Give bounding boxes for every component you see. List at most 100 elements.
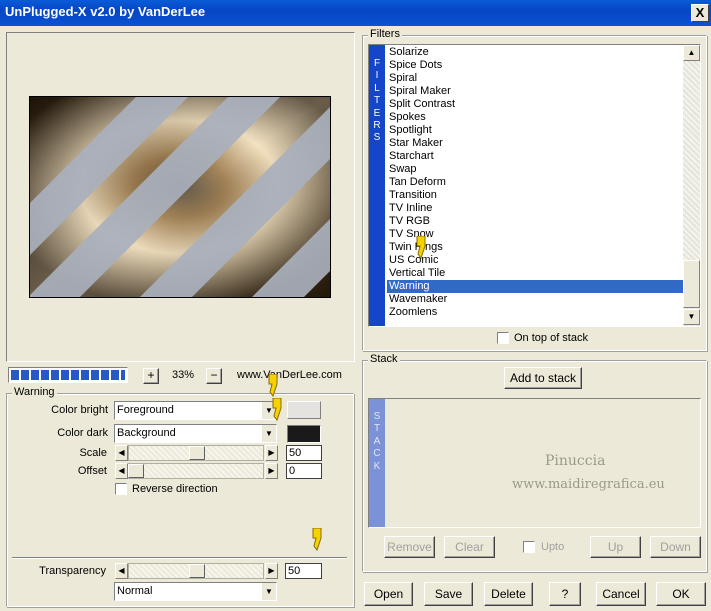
open-button[interactable]: Open [364, 582, 413, 606]
website-link[interactable]: www.VanDerLee.com [237, 369, 342, 381]
scroll-up-arrow-icon[interactable]: ▲ [683, 45, 700, 61]
color-bright-label: Color bright [51, 404, 108, 416]
reverse-direction-label: Reverse direction [132, 483, 218, 495]
stack-side-bar: STACK [369, 399, 385, 527]
up-button[interactable]: Up [590, 536, 641, 558]
close-button[interactable]: X [691, 4, 709, 22]
color-bright-swatch[interactable] [287, 401, 321, 419]
settings-group-title: Warning [12, 386, 57, 398]
filter-list-item[interactable]: Starchart [387, 150, 683, 163]
scroll-thumb[interactable] [683, 260, 700, 308]
zoom-level: 33% [171, 369, 195, 381]
delete-button[interactable]: Delete [484, 582, 533, 606]
blend-mode-select[interactable]: Normal ▼ [114, 582, 277, 601]
scale-left-arrow-icon[interactable]: ◀ [115, 445, 128, 461]
filters-scrollbar[interactable]: ▲ ▼ [683, 45, 700, 326]
filter-list-item[interactable]: Transition [387, 189, 683, 202]
color-bright-select[interactable]: Foreground ▼ [114, 401, 277, 420]
stack-side-label: STACK [373, 411, 381, 472]
filter-list-item[interactable]: Split Contrast [387, 98, 683, 111]
on-top-label: On top of stack [514, 332, 588, 344]
scale-thumb[interactable] [189, 446, 205, 460]
preview-panel [6, 32, 355, 362]
scale-label: Scale [79, 447, 107, 459]
offset-left-arrow-icon[interactable]: ◀ [115, 463, 128, 479]
down-button[interactable]: Down [650, 536, 701, 558]
help-button[interactable]: ? [549, 582, 581, 606]
preview-image[interactable] [29, 96, 331, 298]
filter-list-item[interactable]: Spiral Maker [387, 85, 683, 98]
remove-button[interactable]: Remove [384, 536, 435, 558]
transparency-value-input[interactable]: 50 [285, 563, 322, 579]
scroll-down-arrow-icon[interactable]: ▼ [683, 309, 700, 325]
stack-list[interactable]: STACK Pinuccia www.maidiregrafica.eu [368, 398, 701, 528]
stack-group-title: Stack [368, 353, 400, 365]
zoom-in-button[interactable]: + [143, 368, 159, 384]
transparency-thumb[interactable] [189, 564, 205, 578]
offset-thumb[interactable] [128, 464, 144, 478]
transparency-left-arrow-icon[interactable]: ◀ [115, 563, 128, 579]
ok-button[interactable]: OK [656, 582, 706, 606]
scale-slider[interactable]: ◀ ▶ [115, 445, 278, 461]
filter-list-item[interactable]: Warning [387, 280, 683, 293]
chevron-down-icon[interactable]: ▼ [261, 583, 276, 600]
filter-list-item[interactable]: TV RGB [387, 215, 683, 228]
watermark-name: Pinuccia [545, 453, 606, 469]
color-bright-value: Foreground [117, 404, 174, 416]
filter-list-item[interactable]: Solarize [387, 46, 683, 59]
filters-side-label: FILTERS [373, 58, 381, 144]
offset-track[interactable] [128, 463, 264, 479]
color-dark-select[interactable]: Background ▼ [114, 424, 277, 443]
pointer-hand-icon [416, 236, 426, 260]
offset-slider[interactable]: ◀ ▶ [115, 463, 278, 479]
offset-label: Offset [77, 465, 107, 477]
zoom-out-button[interactable]: − [206, 368, 222, 384]
color-dark-label: Color dark [57, 427, 108, 439]
window-title: UnPlugged-X v2.0 by VanDerLee [5, 4, 206, 19]
filter-list-item[interactable]: Wavemaker [387, 293, 683, 306]
scale-right-arrow-icon[interactable]: ▶ [265, 445, 278, 461]
title-bar[interactable]: UnPlugged-X v2.0 by VanDerLee X [0, 0, 711, 26]
transparency-right-arrow-icon[interactable]: ▶ [265, 563, 278, 579]
divider [12, 557, 347, 559]
progress-bar [8, 367, 128, 383]
reverse-direction-checkbox[interactable] [115, 483, 127, 495]
filter-list-item[interactable]: Vertical Tile [387, 267, 683, 280]
progress-fill [11, 370, 125, 380]
filter-list-item[interactable]: Spiral [387, 72, 683, 85]
color-dark-swatch[interactable] [287, 425, 321, 443]
blend-mode-value: Normal [117, 585, 153, 597]
cancel-button[interactable]: Cancel [596, 582, 646, 606]
color-dark-value: Background [117, 427, 176, 439]
pointer-hand-icon [272, 398, 282, 422]
add-to-stack-button[interactable]: Add to stack [504, 367, 582, 389]
watermark-url: www.maidiregrafica.eu [512, 477, 665, 492]
pointer-hand-icon [312, 528, 322, 552]
transparency-label: Transparency [39, 565, 106, 577]
filter-list-item[interactable]: Swap [387, 163, 683, 176]
filter-list-item[interactable]: TV Inline [387, 202, 683, 215]
chevron-down-icon[interactable]: ▼ [261, 425, 276, 442]
filters-list[interactable]: FILTERS Solarize Spice Dots Spiral Spiral M… [368, 44, 701, 327]
filters-items[interactable]: Solarize Spice Dots Spiral Spiral Maker Spli… [387, 46, 683, 319]
filter-list-item[interactable]: Spotlight [387, 124, 683, 137]
filters-group-title: Filters [368, 28, 402, 40]
filter-list-item[interactable]: Star Maker [387, 137, 683, 150]
pointer-hand-icon [268, 374, 278, 398]
offset-value-input[interactable]: 0 [286, 463, 322, 479]
save-button[interactable]: Save [424, 582, 473, 606]
filter-list-item[interactable]: TV Snow [387, 228, 683, 241]
transparency-slider[interactable]: ◀ ▶ [115, 563, 278, 579]
on-top-checkbox[interactable] [497, 332, 509, 344]
filter-list-item[interactable]: Zoomlens [387, 306, 683, 319]
filter-list-item[interactable]: Spice Dots [387, 59, 683, 72]
filter-list-item[interactable]: Spokes [387, 111, 683, 124]
filter-list-item[interactable]: Tan Deform [387, 176, 683, 189]
filter-list-item[interactable]: Twin Rings [387, 241, 683, 254]
clear-button[interactable]: Clear [444, 536, 495, 558]
filter-list-item[interactable]: US Comic [387, 254, 683, 267]
scale-value-input[interactable]: 50 [286, 445, 322, 461]
upto-checkbox[interactable] [523, 541, 535, 553]
filters-side-bar: FILTERS [369, 45, 385, 326]
offset-right-arrow-icon[interactable]: ▶ [265, 463, 278, 479]
